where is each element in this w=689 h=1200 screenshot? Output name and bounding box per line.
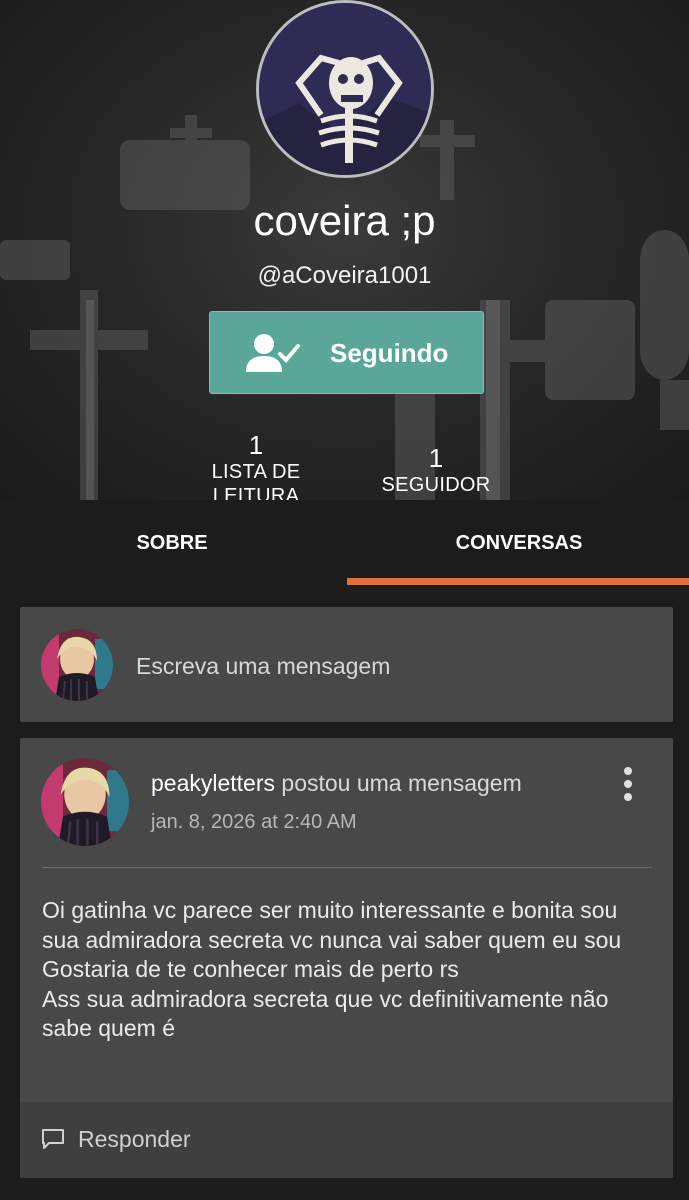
skeleton-avatar-icon [259,3,431,175]
post-author-avatar[interactable] [41,758,129,846]
active-tab-indicator [347,578,689,585]
tab-about[interactable]: SOBRE [0,500,344,586]
reply-button[interactable]: Responder [78,1124,191,1154]
post-body: Oi gatinha vc parece ser muito interessa… [42,897,622,1041]
current-user-avatar [41,629,113,701]
profile-handle: @aCoveira1001 [257,262,432,289]
post-author-link[interactable]: peakyletters [151,770,275,796]
more-vertical-icon[interactable] [616,766,640,802]
profile-header: coveira ;p @aCoveira1001 Seguindo 1 LIST… [0,0,689,500]
compose-placeholder: Escreva uma mensagem [136,653,391,679]
post-header: peakyletters postou uma mensagem [151,768,522,798]
profile-screen: coveira ;p @aCoveira1001 Seguindo 1 LIST… [0,0,689,1200]
followers-label: SEGUIDOR [381,474,491,496]
followers-count: 1 [428,443,444,473]
user-check-icon [246,334,300,372]
profile-display-name: coveira ;p [253,197,436,244]
followers-stat[interactable]: 1 SEGUIDOR [376,443,496,497]
compose-message-box[interactable]: Escreva uma mensagem [20,607,673,722]
tab-conversations[interactable]: CONVERSAS [347,500,689,586]
reading-lists-count: 1 [248,430,264,460]
post-divider [42,867,652,868]
post-footer: Responder [20,1102,673,1178]
user-avatar-image [41,629,113,701]
profile-avatar[interactable] [256,0,434,178]
comment-icon[interactable] [41,1128,65,1150]
conversations-feed: Escreva uma mensagem peakyletters postou… [0,586,689,1200]
message-post: peakyletters postou uma mensagem jan. 8,… [20,738,673,1178]
following-button[interactable]: Seguindo [209,311,484,394]
reading-lists-stat[interactable]: 1 LISTA DE LEITURA [196,430,316,500]
author-avatar-image [41,758,129,846]
reading-lists-label: LISTA DE LEITURA [211,461,301,500]
post-timestamp: jan. 8, 2026 at 2:40 AM [151,811,357,833]
post-action-text: postou uma mensagem [275,770,522,796]
following-button-label: Seguindo [330,338,449,368]
profile-tabs: SOBRE CONVERSAS [0,500,689,586]
